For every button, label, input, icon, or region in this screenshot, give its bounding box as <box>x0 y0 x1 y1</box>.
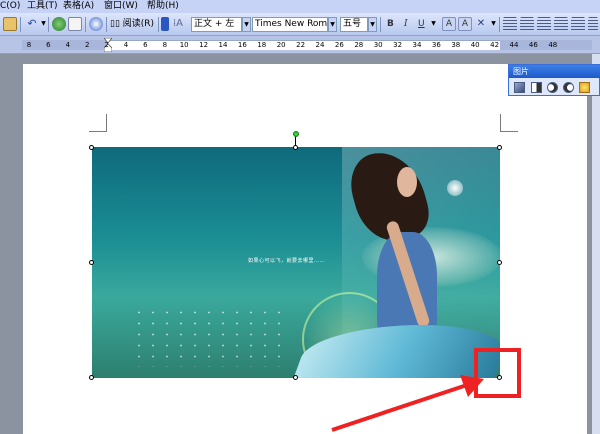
menu-bar: C(O) 工具(T) 表格(A) 窗口(W) 帮助(H) <box>0 0 600 13</box>
picture-slogan: 如果心可以飞，就要去哪里…… <box>248 258 326 264</box>
toolbar-separator <box>499 17 500 32</box>
ruler-tick-label: 44 <box>509 41 519 49</box>
read-icon: ▯▯ <box>110 19 123 29</box>
ruler-tick-label: 14 <box>218 41 228 49</box>
ruler-tick-label: 42 <box>490 41 500 49</box>
picture-sparkles <box>132 307 292 367</box>
undo-icon[interactable]: ↶ <box>25 17 39 31</box>
font-dropdown-icon[interactable]: ▼ <box>328 17 337 32</box>
underline-dropdown-icon[interactable]: ▼ <box>429 17 438 32</box>
table-icon[interactable] <box>68 17 82 31</box>
ruler-tick-label: 12 <box>199 41 209 49</box>
menu-item-tools[interactable]: 工具(T) <box>27 0 58 13</box>
italic-button[interactable]: I <box>404 17 408 32</box>
picture-girl-face <box>397 167 417 197</box>
menu-item-table[interactable]: 表格(A) <box>63 0 94 13</box>
annotation-arrow-icon <box>331 375 484 432</box>
vertical-scrollbar[interactable] <box>592 54 600 434</box>
ruler-tick-label: 8 <box>162 41 168 49</box>
read-button[interactable]: ▯▯ 阅读(R) <box>110 17 154 32</box>
font-select[interactable]: Times New Roman <box>252 17 328 32</box>
color-icon[interactable] <box>531 82 542 93</box>
toolbar-separator <box>48 17 49 32</box>
font-size-select[interactable]: 五号 <box>340 17 368 32</box>
inserted-picture[interactable]: 如果心可以飞，就要去哪里…… <box>92 147 500 378</box>
resize-handle-top-left[interactable] <box>89 145 94 150</box>
styles-pane-icon[interactable]: ⁞A <box>173 17 191 31</box>
resize-handle-right[interactable] <box>497 260 502 265</box>
help-icon[interactable] <box>89 17 103 31</box>
formatting-toolbar: ↶ ▼ ▯▯ 阅读(R) ⁞A 正文 + 左 ▼ Times New Roman… <box>0 13 600 36</box>
more-brightness-icon[interactable] <box>579 82 590 93</box>
insert-picture-icon[interactable] <box>514 82 525 93</box>
bold-button[interactable]: B <box>387 17 394 32</box>
undo-dropdown-icon[interactable]: ▼ <box>39 17 48 32</box>
resize-handle-left[interactable] <box>89 260 94 265</box>
line-spacing-icon[interactable] <box>588 17 598 31</box>
ruler-tick-label: 4 <box>65 41 71 49</box>
style-select[interactable]: 正文 + 左 <box>191 17 242 32</box>
menu-item-format[interactable]: C(O) <box>0 0 20 13</box>
picture-toolbar-title[interactable]: 图片 <box>509 65 600 78</box>
more-contrast-icon[interactable] <box>547 82 558 93</box>
align-right-icon[interactable] <box>537 17 551 31</box>
ruler-tick-label: 38 <box>451 41 461 49</box>
ruler-tick-label: 48 <box>548 41 558 49</box>
distribute-icon[interactable] <box>571 17 585 31</box>
ruler-tick-label: 28 <box>354 41 364 49</box>
toolbar-separator <box>158 17 159 32</box>
ruler-tick-label: 40 <box>470 41 480 49</box>
character-shading-icon[interactable]: A <box>458 17 472 31</box>
style-dropdown-icon[interactable]: ▼ <box>242 17 251 32</box>
rotate-handle[interactable] <box>293 131 299 137</box>
ruler-tick-label: 36 <box>431 41 441 49</box>
toolbar-separator <box>85 17 86 32</box>
character-scale-icon[interactable]: ✕ <box>474 17 488 31</box>
toolbar-separator <box>380 17 381 32</box>
ruler-tick-label: 32 <box>393 41 403 49</box>
ruler-tick-label: 10 <box>179 41 189 49</box>
ruler-tick-label: 34 <box>412 41 422 49</box>
margin-corner-top-right <box>500 114 518 132</box>
character-scale-dropdown-icon[interactable]: ▼ <box>489 17 498 32</box>
less-contrast-icon[interactable] <box>563 82 574 93</box>
character-border-icon[interactable]: A <box>442 17 456 31</box>
align-left-icon[interactable] <box>503 17 517 31</box>
picture-sun <box>447 180 463 196</box>
menu-item-help[interactable]: 帮助(H) <box>147 0 179 13</box>
ruler-tick-label: 24 <box>315 41 325 49</box>
horizontal-ruler[interactable]: 8 6 4 2 2 4 6 8 10 12 14 16 18 20 22 24 26 28 30 32 34 36 38 40… <box>0 36 600 54</box>
resize-handle-top[interactable] <box>293 145 298 150</box>
toolbar-separator <box>20 17 21 32</box>
resize-handle-top-right[interactable] <box>497 145 502 150</box>
ruler-tick-label: 6 <box>46 41 51 49</box>
ruler-tick-label: 4 <box>123 41 129 49</box>
justify-icon[interactable] <box>554 17 568 31</box>
margin-corner-top-left <box>89 114 107 132</box>
ruler-tick-label: 8 <box>26 41 32 49</box>
hyperlink-icon[interactable] <box>52 17 66 31</box>
toolbar-options-icon[interactable] <box>161 17 169 31</box>
resize-handle-bottom-left[interactable] <box>89 375 94 380</box>
ruler-tick-label: 2 <box>104 41 109 49</box>
picture-toolbar[interactable]: 图片 <box>508 64 600 96</box>
menu-item-window[interactable]: 窗口(W) <box>104 0 138 13</box>
resize-handle-bottom[interactable] <box>293 375 298 380</box>
underline-button[interactable]: U <box>418 17 425 32</box>
ruler-tick-label: 26 <box>334 41 344 49</box>
ruler-tick-label: 20 <box>276 41 286 49</box>
ruler-tick-label: 6 <box>143 41 148 49</box>
font-size-dropdown-icon[interactable]: ▼ <box>368 17 377 32</box>
ruler-tick-label: 2 <box>84 41 90 49</box>
read-label: 阅读(R) <box>122 19 155 29</box>
ruler-tick-label: 46 <box>528 41 538 49</box>
ruler-tick-label: 22 <box>296 41 306 49</box>
align-center-icon[interactable] <box>520 17 534 31</box>
toolbar-separator <box>106 17 107 32</box>
ruler-tick-label: 16 <box>237 41 247 49</box>
ruler-tick-label: 18 <box>257 41 267 49</box>
paste-icon[interactable] <box>3 17 17 31</box>
ruler-tick-label: 30 <box>373 41 383 49</box>
